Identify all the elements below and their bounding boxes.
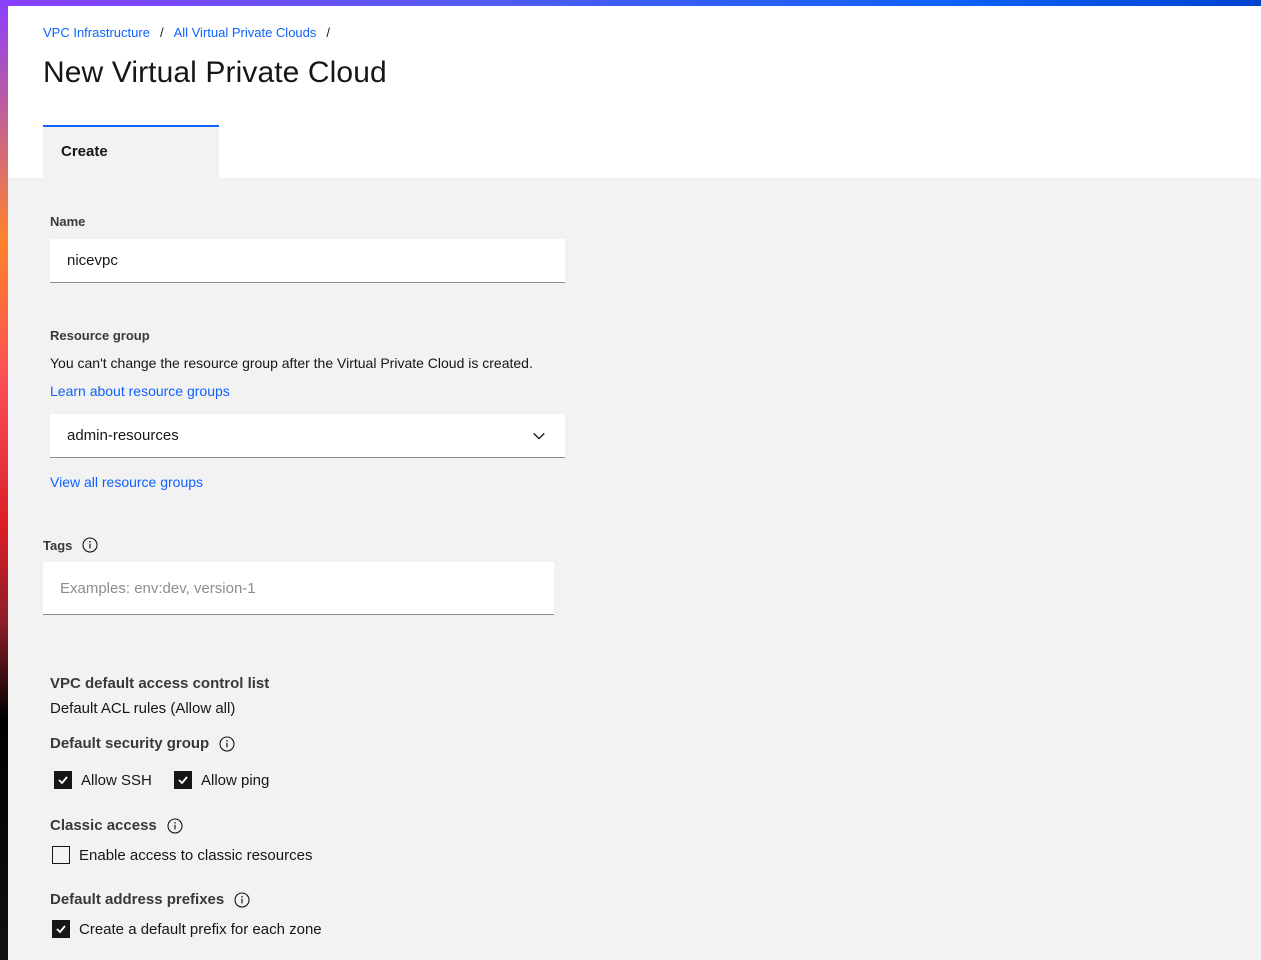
resource-group-selected-value: admin-resources <box>67 427 179 444</box>
classic-access-title-text: Classic access <box>50 817 157 834</box>
name-label: Name <box>50 214 86 229</box>
allow-ping-checkbox[interactable]: Allow ping <box>174 771 269 789</box>
allow-ssh-checkbox[interactable]: Allow SSH <box>54 771 152 789</box>
resource-group-helper-text: You can't change the resource group afte… <box>50 355 533 371</box>
security-group-title: Default security group <box>50 735 235 752</box>
acl-title-text: VPC default access control list <box>50 675 270 692</box>
learn-about-resource-groups-link[interactable]: Learn about resource groups <box>50 383 230 399</box>
tags-label-row: Tags <box>43 537 98 553</box>
chevron-down-icon <box>532 429 546 443</box>
info-icon[interactable] <box>82 537 98 553</box>
classic-access-title: Classic access <box>50 817 183 834</box>
enable-classic-access-label: Enable access to classic resources <box>79 846 313 864</box>
resource-group-label: Resource group <box>50 328 150 343</box>
checkmark-icon <box>54 771 72 789</box>
breadcrumb-link-vpc-infrastructure[interactable]: VPC Infrastructure <box>43 25 150 40</box>
tags-input[interactable] <box>43 562 554 615</box>
checkmark-icon <box>174 771 192 789</box>
default-prefix-checkbox[interactable]: Create a default prefix for each zone <box>52 920 322 938</box>
info-icon[interactable] <box>219 735 235 752</box>
breadcrumb-link-all-vpcs[interactable]: All Virtual Private Clouds <box>174 25 317 40</box>
create-form: Name Resource group You can't change the… <box>0 178 1261 960</box>
allow-ssh-label: Allow SSH <box>81 771 152 789</box>
tags-label: Tags <box>43 537 73 553</box>
checkmark-icon <box>52 920 70 938</box>
allow-ping-label: Allow ping <box>201 771 270 789</box>
name-input[interactable] <box>50 239 565 283</box>
info-icon[interactable] <box>167 817 183 834</box>
enable-classic-access-checkbox[interactable]: Enable access to classic resources <box>52 846 312 864</box>
breadcrumb: VPC Infrastructure / All Virtual Private… <box>43 25 340 40</box>
default-prefix-label: Create a default prefix for each zone <box>79 920 322 938</box>
breadcrumb-separator: / <box>159 25 164 40</box>
tab-create[interactable]: Create <box>43 125 219 178</box>
address-prefixes-title: Default address prefixes <box>50 891 250 908</box>
checkbox-empty <box>52 846 70 864</box>
address-prefixes-title-text: Default address prefixes <box>50 891 225 908</box>
view-all-resource-groups-link[interactable]: View all resource groups <box>50 474 203 490</box>
page-title: New Virtual Private Cloud <box>43 56 387 89</box>
acl-value: Default ACL rules (Allow all) <box>50 700 236 717</box>
acl-title: VPC default access control list <box>50 675 269 692</box>
breadcrumb-separator: / <box>326 25 331 40</box>
security-group-title-text: Default security group <box>50 735 210 752</box>
resource-group-select[interactable]: admin-resources <box>50 414 565 458</box>
info-icon[interactable] <box>234 891 250 908</box>
page-header: VPC Infrastructure / All Virtual Private… <box>8 6 1261 178</box>
